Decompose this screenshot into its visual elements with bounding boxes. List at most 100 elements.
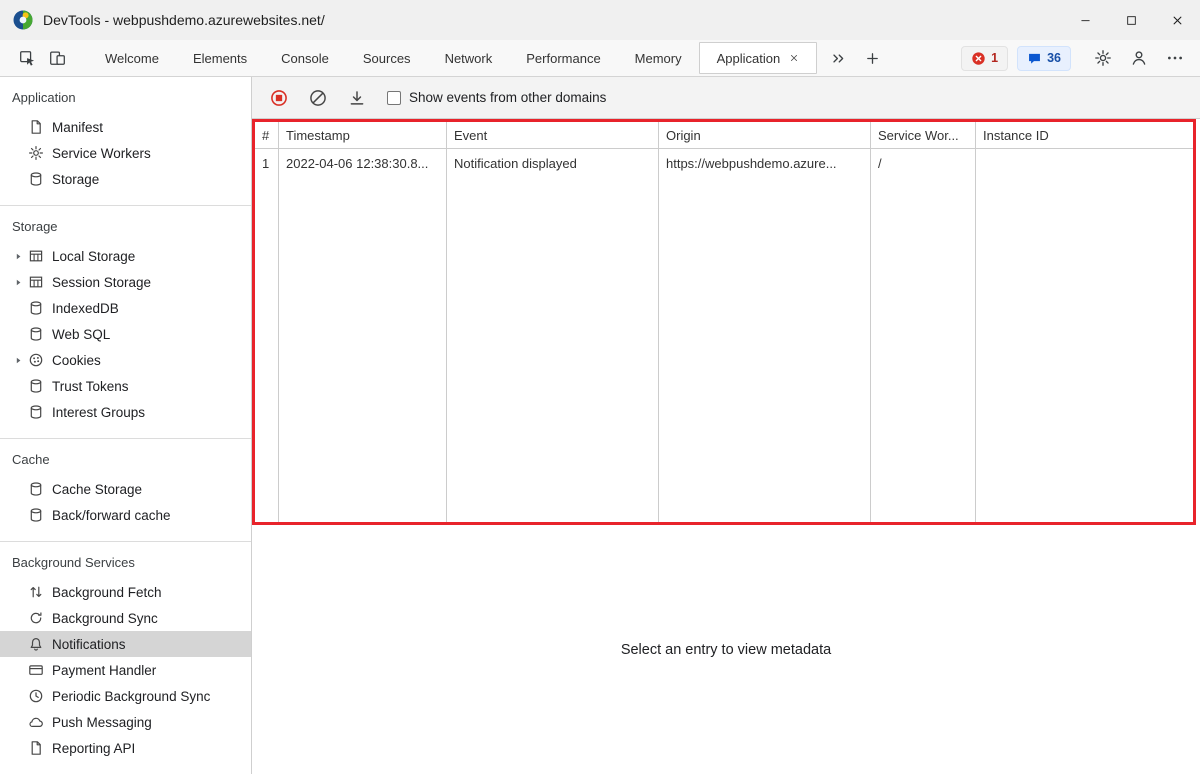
column-header-event: Event	[447, 122, 658, 149]
download-icon	[348, 89, 366, 107]
section-background-services: Background Services Background Fetch Bac…	[0, 542, 251, 774]
error-count-badge[interactable]: 1	[961, 46, 1008, 71]
section-title: Cache	[0, 439, 251, 476]
database-icon	[28, 300, 44, 316]
bell-icon	[28, 636, 44, 652]
minimize-button[interactable]	[1062, 0, 1108, 40]
tab-performance[interactable]: Performance	[509, 40, 617, 76]
sidebar-item-manifest[interactable]: Manifest	[0, 114, 251, 140]
status-badges: 1 36	[961, 43, 1190, 73]
database-icon	[28, 507, 44, 523]
issues-bubble-icon	[1027, 51, 1042, 66]
column-header-instance-id: Instance ID	[976, 122, 1193, 149]
sidebar-item-storage[interactable]: Storage	[0, 166, 251, 192]
close-icon	[1171, 14, 1184, 27]
sidebar-item-interest-groups[interactable]: Interest Groups	[0, 399, 251, 425]
window-controls	[1062, 0, 1200, 40]
event-row-cell-num[interactable]: 1	[255, 149, 278, 178]
sidebar-item-notifications[interactable]: Notifications	[0, 631, 251, 657]
settings-button[interactable]	[1088, 43, 1118, 73]
tab-network[interactable]: Network	[428, 40, 510, 76]
plus-icon	[865, 51, 880, 66]
devtools-logo-icon	[12, 9, 34, 31]
sidebar-item-background-fetch[interactable]: Background Fetch	[0, 579, 251, 605]
database-icon	[28, 481, 44, 497]
event-row-cell-event[interactable]: Notification displayed	[447, 149, 658, 178]
show-events-checkbox[interactable]	[387, 91, 401, 105]
panel-tabs: Welcome Elements Console Sources Network…	[88, 40, 887, 76]
database-icon	[28, 171, 44, 187]
cookie-icon	[28, 352, 44, 368]
sidebar-item-indexeddb[interactable]: IndexedDB	[0, 295, 251, 321]
gear-icon	[28, 145, 44, 161]
gear-icon	[1094, 49, 1112, 67]
database-icon	[28, 378, 44, 394]
sidebar-item-web-sql[interactable]: Web SQL	[0, 321, 251, 347]
double-chevron-icon	[831, 51, 846, 66]
event-row-cell-service-worker[interactable]: /	[871, 149, 975, 178]
device-toolbar-button[interactable]	[42, 43, 72, 73]
expand-arrow-icon[interactable]	[14, 278, 23, 287]
tab-console[interactable]: Console	[264, 40, 346, 76]
inspect-element-button[interactable]	[12, 43, 42, 73]
expand-arrow-icon[interactable]	[14, 252, 23, 261]
person-icon	[1130, 49, 1148, 67]
event-row-cell-instance-id[interactable]	[976, 149, 1193, 163]
inspect-icon	[19, 50, 36, 67]
close-tab-icon[interactable]	[789, 53, 799, 63]
events-table-annotated: # 1 Timestamp 2022-04-06 12:38:30.8... E…	[252, 119, 1196, 525]
tab-sources[interactable]: Sources	[346, 40, 428, 76]
more-tabs-button[interactable]	[823, 43, 853, 73]
save-events-button[interactable]	[343, 84, 371, 112]
column-header-num: #	[255, 122, 278, 149]
issues-count-badge[interactable]: 36	[1017, 46, 1071, 71]
expand-arrow-icon[interactable]	[14, 356, 23, 365]
section-title: Application	[0, 77, 251, 114]
titlebar: DevTools - webpushdemo.azurewebsites.net…	[0, 0, 1200, 40]
event-row-cell-origin[interactable]: https://webpushdemo.azure...	[659, 149, 870, 178]
events-toolbar: Show events from other domains	[252, 77, 1200, 119]
record-button[interactable]	[265, 84, 293, 112]
sidebar-item-payment-handler[interactable]: Payment Handler	[0, 657, 251, 683]
sidebar-item-cache-storage[interactable]: Cache Storage	[0, 476, 251, 502]
tab-welcome[interactable]: Welcome	[88, 40, 176, 76]
more-options-button[interactable]	[1160, 43, 1190, 73]
sidebar-item-trust-tokens[interactable]: Trust Tokens	[0, 373, 251, 399]
sidebar-item-local-storage[interactable]: Local Storage	[0, 243, 251, 269]
tab-elements[interactable]: Elements	[176, 40, 264, 76]
more-tools-button[interactable]	[857, 43, 887, 73]
sidebar-item-periodic-background-sync[interactable]: Periodic Background Sync	[0, 683, 251, 709]
sidebar-item-background-sync[interactable]: Background Sync	[0, 605, 251, 631]
section-cache: Cache Cache Storage Back/forward cache	[0, 439, 251, 542]
up-down-arrows-icon	[28, 584, 44, 600]
ellipsis-icon	[1166, 49, 1184, 67]
sidebar-item-cookies[interactable]: Cookies	[0, 347, 251, 373]
show-events-option: Show events from other domains	[387, 90, 606, 105]
tab-application[interactable]: Application	[699, 42, 818, 74]
document-icon	[28, 119, 44, 135]
error-icon	[971, 51, 986, 66]
show-events-checkbox-label[interactable]: Show events from other domains	[409, 90, 606, 105]
application-sidebar: Application Manifest Service Workers Sto…	[0, 77, 252, 774]
clear-button[interactable]	[304, 84, 332, 112]
tabbar-right-buttons	[1088, 43, 1190, 73]
window-title: DevTools - webpushdemo.azurewebsites.net…	[43, 12, 325, 28]
record-stop-icon	[270, 89, 288, 107]
tab-memory[interactable]: Memory	[618, 40, 699, 76]
maximize-button[interactable]	[1108, 0, 1154, 40]
sidebar-item-service-workers[interactable]: Service Workers	[0, 140, 251, 166]
close-button[interactable]	[1154, 0, 1200, 40]
sidebar-item-push-messaging[interactable]: Push Messaging	[0, 709, 251, 735]
profile-button[interactable]	[1124, 43, 1154, 73]
devtools-window: DevTools - webpushdemo.azurewebsites.net…	[0, 0, 1200, 774]
sidebar-item-reporting-api[interactable]: Reporting API	[0, 735, 251, 761]
table-icon	[28, 248, 44, 264]
sync-icon	[28, 610, 44, 626]
sidebar-item-back-forward-cache[interactable]: Back/forward cache	[0, 502, 251, 528]
event-row-cell-timestamp[interactable]: 2022-04-06 12:38:30.8...	[279, 149, 446, 178]
sidebar-item-session-storage[interactable]: Session Storage	[0, 269, 251, 295]
metadata-placeholder: Select an entry to view metadata	[621, 642, 831, 658]
card-icon	[28, 662, 44, 678]
device-toolbar-icon	[49, 50, 66, 67]
document-icon	[28, 740, 44, 756]
